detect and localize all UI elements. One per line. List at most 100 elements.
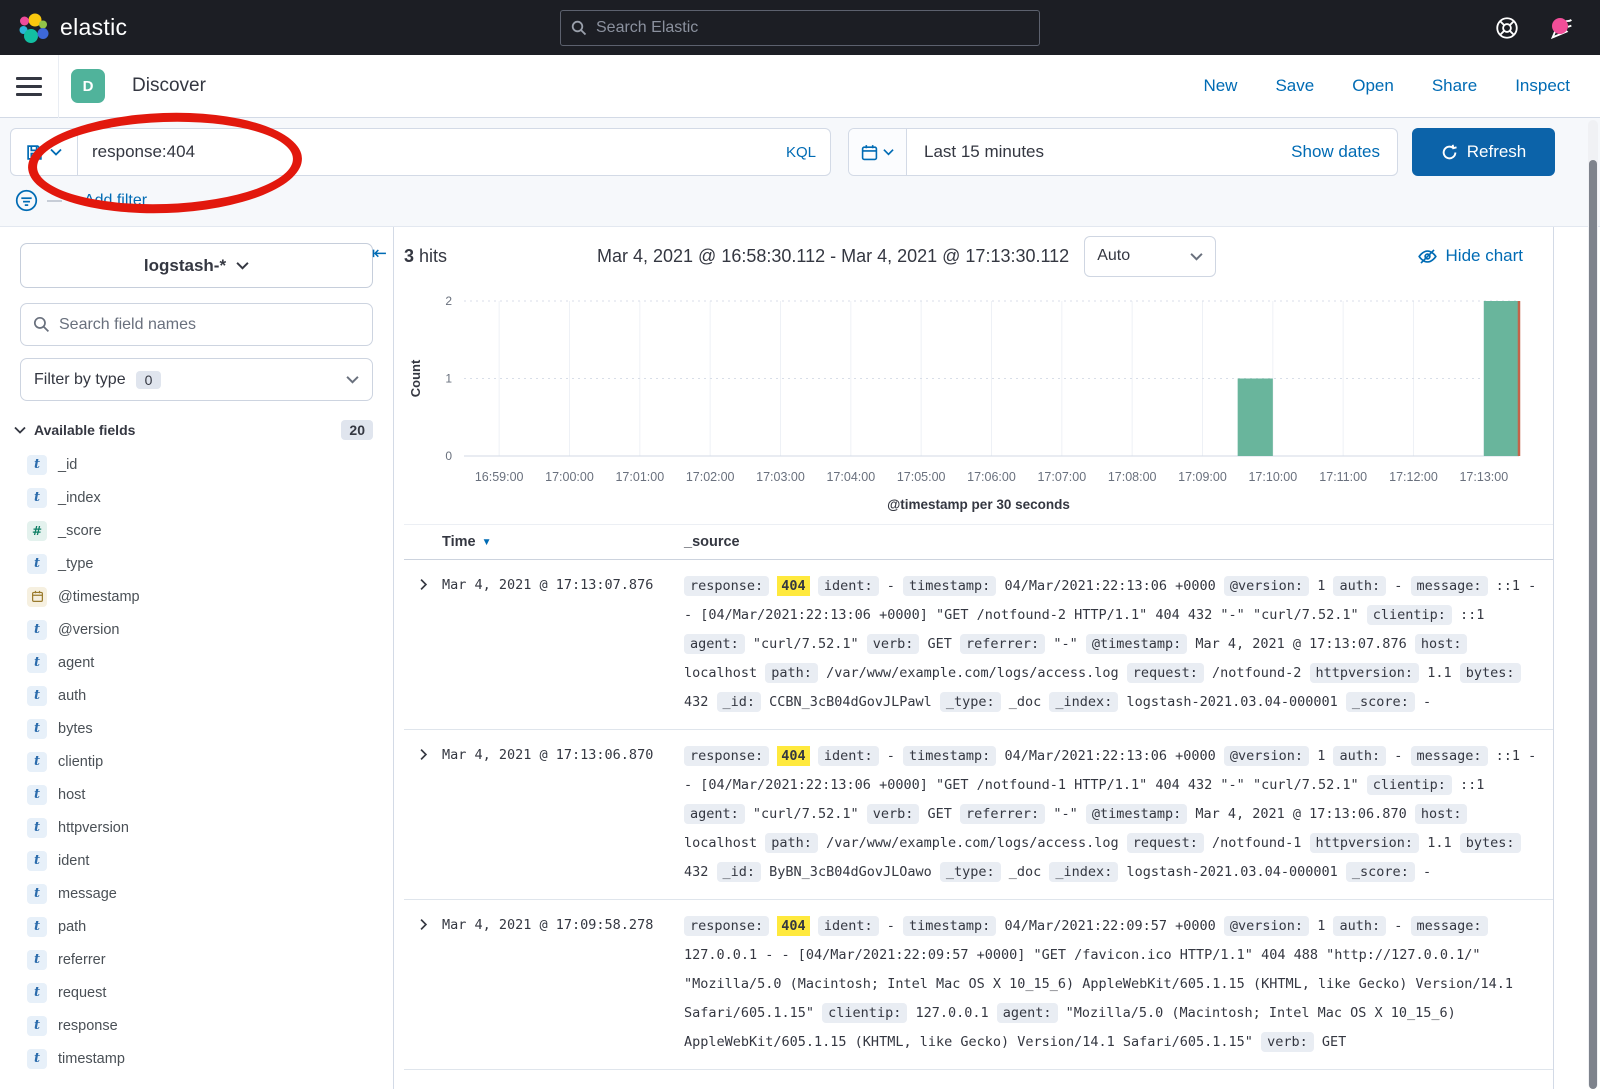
field-item-path[interactable]: tpath (27, 910, 393, 943)
text-field-icon: t (27, 488, 47, 508)
inspect-button[interactable]: Inspect (1515, 76, 1570, 96)
brand-name: elastic (60, 14, 127, 41)
svg-text:17:11:00: 17:11:00 (1319, 470, 1367, 484)
interval-select[interactable]: Auto (1084, 236, 1216, 277)
histogram-chart[interactable]: 01216:59:0017:00:0017:01:0017:02:0017:03… (404, 291, 1564, 489)
svg-text:17:12:00: 17:12:00 (1389, 470, 1438, 484)
histogram-bar[interactable] (1484, 301, 1519, 456)
svg-text:0: 0 (445, 449, 452, 463)
index-pattern-select[interactable]: logstash-* (20, 243, 373, 288)
field-item-agent[interactable]: tagent (27, 646, 393, 679)
field-item-bytes[interactable]: tbytes (27, 712, 393, 745)
date-quick-select-button[interactable] (849, 129, 907, 175)
field-key-badge: host: (1415, 804, 1468, 824)
field-key-badge: auth: (1333, 576, 1386, 596)
global-search-input[interactable] (596, 19, 1029, 37)
elastic-logo[interactable]: elastic (18, 12, 127, 44)
field-name: agent (58, 655, 94, 671)
field-name: _id (58, 457, 77, 473)
field-key-badge: referrer: (960, 804, 1045, 824)
chart-x-axis-title: @timestamp per 30 seconds (404, 497, 1553, 512)
field-key-badge: _index: (1049, 862, 1118, 882)
field-key-badge: response: (684, 576, 769, 596)
field-item-request[interactable]: t request (27, 976, 393, 1009)
field-item-clientip[interactable]: tclientip (27, 745, 393, 778)
table-row: Mar 4, 2021 @ 17:13:06.870response: 404 … (404, 730, 1553, 900)
field-key-badge: request: (1127, 663, 1204, 683)
field-item-_score[interactable]: #_score (27, 514, 393, 547)
highlighted-value: 404 (777, 746, 809, 766)
field-item-_type[interactable]: t_type (27, 547, 393, 580)
add-filter-button[interactable]: + Add filter (71, 192, 147, 210)
open-button[interactable]: Open (1352, 76, 1394, 96)
query-language-button[interactable]: KQL (774, 144, 816, 161)
field-key-badge: clientip: (1367, 775, 1452, 795)
hide-chart-button[interactable]: Hide chart (1418, 246, 1523, 266)
menu-icon[interactable] (16, 77, 42, 96)
expand-row-button[interactable] (404, 572, 442, 717)
field-item-auth[interactable]: tauth (27, 679, 393, 712)
field-item-@version[interactable]: t@version (27, 613, 393, 646)
global-search[interactable] (560, 10, 1040, 46)
chevron-down-icon (14, 426, 26, 434)
svg-text:1: 1 (445, 372, 452, 386)
svg-text:17:13:00: 17:13:00 (1459, 470, 1508, 484)
show-dates-button[interactable]: Show dates (1291, 129, 1397, 175)
field-item-_id[interactable]: t_id (27, 448, 393, 481)
query-input[interactable] (92, 142, 774, 162)
text-field-icon: t (27, 983, 47, 1003)
text-field-icon: t (27, 950, 47, 970)
field-item-httpversion[interactable]: thttpversion (27, 811, 393, 844)
field-item-_index[interactable]: t _index (27, 481, 393, 514)
field-key-badge: @version: (1224, 576, 1309, 596)
field-key-badge: _type: (940, 862, 1001, 882)
field-item-message[interactable]: tmessage (27, 877, 393, 910)
collapse-sidebar-icon[interactable]: ⇤ (372, 243, 387, 264)
discover-app-badge[interactable]: D (71, 69, 105, 103)
hits-bar: 3 hits Mar 4, 2021 @ 16:58:30.112 - Mar … (404, 227, 1553, 285)
text-field-icon: t (27, 1049, 47, 1069)
scrollbar[interactable] (1588, 120, 1598, 1089)
refresh-button[interactable]: Refresh (1412, 128, 1555, 176)
expand-row-button[interactable] (404, 912, 442, 1057)
field-key-badge: agent: (997, 1003, 1058, 1023)
filter-by-type-select[interactable]: Filter by type 0 (20, 358, 373, 401)
field-item-host[interactable]: thost (27, 778, 393, 811)
field-name: request (58, 985, 106, 1001)
field-item-response[interactable]: tresponse (27, 1009, 393, 1042)
text-field-icon: t (27, 554, 47, 574)
field-name: message (58, 886, 117, 902)
field-item-timestamp[interactable]: ttimestamp (27, 1042, 393, 1075)
time-range-button[interactable]: Last 15 minutes (907, 129, 1291, 175)
expand-row-button[interactable] (404, 742, 442, 887)
field-name: _index (58, 490, 101, 506)
time-column-header[interactable]: Time ▼ (442, 534, 684, 550)
field-key-badge: _score: (1346, 692, 1415, 712)
field-key-badge: verb: (1261, 1032, 1314, 1052)
field-name: bytes (58, 721, 93, 737)
field-item-ident[interactable]: tident (27, 844, 393, 877)
filter-type-count-badge: 0 (136, 371, 162, 389)
help-icon[interactable] (1494, 15, 1520, 41)
field-item-referrer[interactable]: treferrer (27, 943, 393, 976)
available-fields-header[interactable]: Available fields 20 (14, 420, 373, 440)
divider (58, 55, 59, 118)
saved-query-menu-button[interactable] (10, 128, 78, 176)
whats-new-icon[interactable] (1548, 14, 1576, 42)
scrollbar-thumb[interactable] (1589, 160, 1597, 1089)
notification-dot (1552, 18, 1568, 34)
field-key-badge: ident: (818, 746, 879, 766)
doc-source: response: 404 ident: - timestamp: 04/Mar… (684, 912, 1553, 1057)
field-key-badge: request: (1127, 833, 1204, 853)
field-search-input[interactable] (59, 316, 360, 334)
chevron-down-icon (50, 148, 62, 156)
save-button[interactable]: Save (1275, 76, 1314, 96)
text-field-icon: t (27, 686, 47, 706)
new-button[interactable]: New (1203, 76, 1237, 96)
histogram-bar[interactable] (1238, 379, 1273, 457)
share-button[interactable]: Share (1432, 76, 1477, 96)
field-item-@timestamp[interactable]: @timestamp (27, 580, 393, 613)
filter-menu-icon[interactable] (15, 189, 38, 212)
fields-sidebar: logstash-* ⇤ Filter by type 0 (0, 227, 394, 1089)
field-key-badge: referrer: (960, 634, 1045, 654)
